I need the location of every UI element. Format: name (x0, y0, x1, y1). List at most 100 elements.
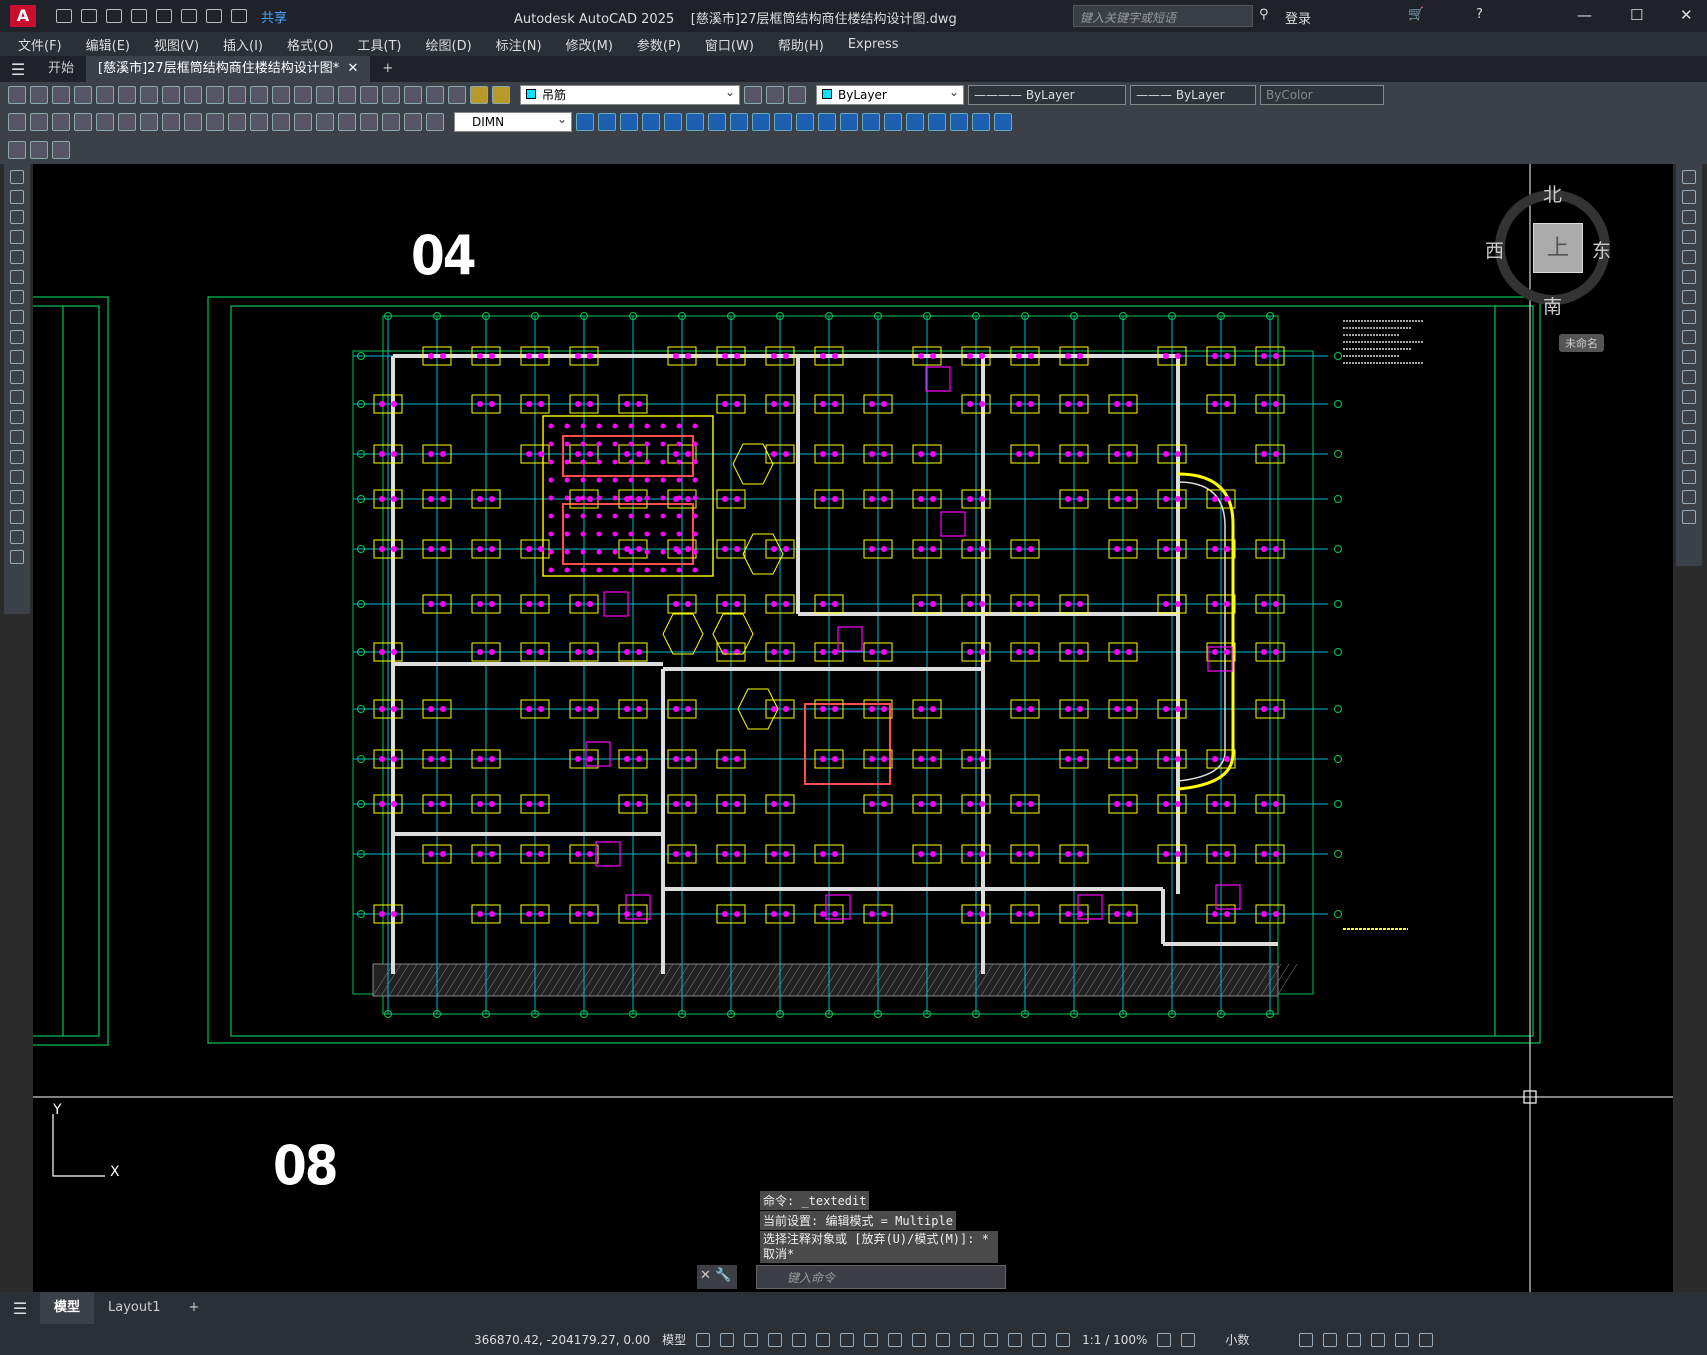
circle-icon[interactable] (10, 290, 24, 304)
plot-icon[interactable] (74, 86, 92, 104)
table-icon[interactable] (10, 510, 24, 524)
pan-icon[interactable] (272, 86, 290, 104)
make-block-icon[interactable] (10, 410, 24, 424)
region-icon[interactable] (10, 490, 24, 504)
tab-layout1[interactable]: Layout1 (94, 1292, 174, 1324)
dim-angular-icon[interactable] (162, 113, 180, 131)
rotate-icon[interactable] (1682, 290, 1696, 304)
dim-break-icon[interactable] (272, 113, 290, 131)
loft-icon[interactable] (796, 113, 814, 131)
layer-dropdown[interactable]: 吊筋 (520, 83, 740, 105)
gizmo-icon[interactable] (1008, 1332, 1023, 1347)
isolate-objects-icon[interactable] (1347, 1332, 1362, 1347)
polyline-icon[interactable] (10, 210, 24, 224)
mtext-icon[interactable] (10, 530, 24, 544)
menu-modify[interactable]: 修改(M) (566, 35, 613, 54)
cylinder-icon[interactable] (598, 113, 616, 131)
workspace-gear-icon[interactable] (1157, 1332, 1172, 1347)
open-file-icon[interactable] (81, 9, 97, 23)
drawing-canvas[interactable]: 04 08 Y X (33, 164, 1673, 1292)
selection-cycling-icon[interactable] (912, 1332, 927, 1347)
mirror-icon[interactable] (1682, 210, 1696, 224)
3d-osnap-icon[interactable] (936, 1332, 951, 1347)
menu-window[interactable]: 窗口(W) (705, 35, 754, 54)
customize-icon[interactable]: 🔧 (715, 1268, 731, 1283)
preview-icon[interactable] (96, 86, 114, 104)
dim-arc-icon[interactable] (52, 113, 70, 131)
dim-edit-icon[interactable] (382, 113, 400, 131)
fillet-icon[interactable] (1682, 470, 1696, 484)
revision-cloud-icon[interactable] (10, 310, 24, 324)
graphics-performance-icon[interactable] (1371, 1332, 1386, 1347)
hatch-icon[interactable] (10, 450, 24, 464)
dim-diameter-icon[interactable] (140, 113, 158, 131)
layout-menu-icon[interactable]: ☰ (0, 1299, 40, 1318)
polar-icon[interactable] (768, 1332, 783, 1347)
inspection-icon[interactable] (338, 113, 356, 131)
save-icon[interactable] (52, 86, 70, 104)
join-icon[interactable] (1682, 430, 1696, 444)
grid-icon[interactable] (696, 1332, 711, 1347)
tolerance-icon[interactable] (294, 113, 312, 131)
matchprop-icon[interactable] (206, 86, 224, 104)
sphere-icon[interactable] (642, 113, 660, 131)
redo-icon[interactable] (250, 86, 268, 104)
tab-start[interactable]: 开始 (36, 56, 86, 82)
tab-model[interactable]: 模型 (40, 1292, 95, 1324)
text-edit-icon[interactable] (8, 141, 26, 159)
compass-west[interactable]: 西 (1485, 236, 1504, 263)
plotstyle-dropdown[interactable]: ByColor (1260, 83, 1384, 105)
make-current-icon[interactable] (744, 86, 762, 104)
menu-edit[interactable]: 编辑(E) (86, 35, 130, 54)
tool-palettes-icon[interactable] (404, 86, 422, 104)
menu-tools[interactable]: 工具(T) (357, 35, 401, 54)
new-tab-button[interactable]: + (370, 56, 405, 82)
wcs-menu[interactable]: 未命名 (1559, 334, 1604, 352)
break-icon[interactable] (1682, 410, 1696, 424)
lock-ui-icon[interactable] (1323, 1332, 1338, 1347)
quick-dim-icon[interactable] (184, 113, 202, 131)
dim-baseline-icon[interactable] (206, 113, 224, 131)
wedge-icon[interactable] (686, 113, 704, 131)
subtract-icon[interactable] (840, 113, 858, 131)
publish-icon[interactable] (156, 9, 172, 23)
slice-icon[interactable] (906, 113, 924, 131)
menu-insert[interactable]: 插入(I) (223, 35, 263, 54)
dynamic-ucs-icon[interactable] (960, 1332, 975, 1347)
menu-dimension[interactable]: 标注(N) (496, 35, 542, 54)
center-mark-icon[interactable] (316, 113, 334, 131)
layer-walk-icon[interactable] (52, 141, 70, 159)
menu-express[interactable]: Express (848, 37, 899, 52)
dim-continue-icon[interactable] (228, 113, 246, 131)
rectangle-icon[interactable] (10, 250, 24, 264)
presspull-icon[interactable] (884, 113, 902, 131)
zoom-previous-icon[interactable] (338, 86, 356, 104)
arc-icon[interactable] (10, 270, 24, 284)
revolve-icon[interactable] (752, 113, 770, 131)
menu-file[interactable]: 文件(F) (18, 35, 62, 54)
qnew-icon[interactable] (8, 86, 26, 104)
jogged-linear-icon[interactable] (360, 113, 378, 131)
dim-update-icon[interactable] (426, 113, 444, 131)
units-dropdown[interactable]: 小数 (1225, 1331, 1249, 1348)
save-icon[interactable] (106, 9, 122, 23)
torus-icon[interactable] (664, 113, 682, 131)
stretch-icon[interactable] (1682, 330, 1696, 344)
dim-text-edit-icon[interactable] (404, 113, 422, 131)
new-file-icon[interactable] (56, 9, 72, 23)
auto-scale-icon[interactable] (1056, 1332, 1071, 1347)
transparency-icon[interactable] (888, 1332, 903, 1347)
explode-icon[interactable] (1682, 510, 1696, 524)
layer-states-icon[interactable] (788, 86, 806, 104)
dim-space-icon[interactable] (250, 113, 268, 131)
dimstyle-dropdown[interactable]: DIMN (454, 110, 572, 132)
selection-filter-icon[interactable] (984, 1332, 999, 1347)
point-icon[interactable] (10, 430, 24, 444)
share-button[interactable]: 共享 (261, 7, 287, 26)
shell-icon[interactable] (950, 113, 968, 131)
construction-line-icon[interactable] (10, 190, 24, 204)
menu-icon[interactable]: ☰ (0, 60, 36, 79)
erase-icon[interactable] (1682, 170, 1696, 184)
polygon-icon[interactable] (10, 230, 24, 244)
lineweight-dropdown[interactable]: ——— ByLayer (1130, 83, 1256, 105)
